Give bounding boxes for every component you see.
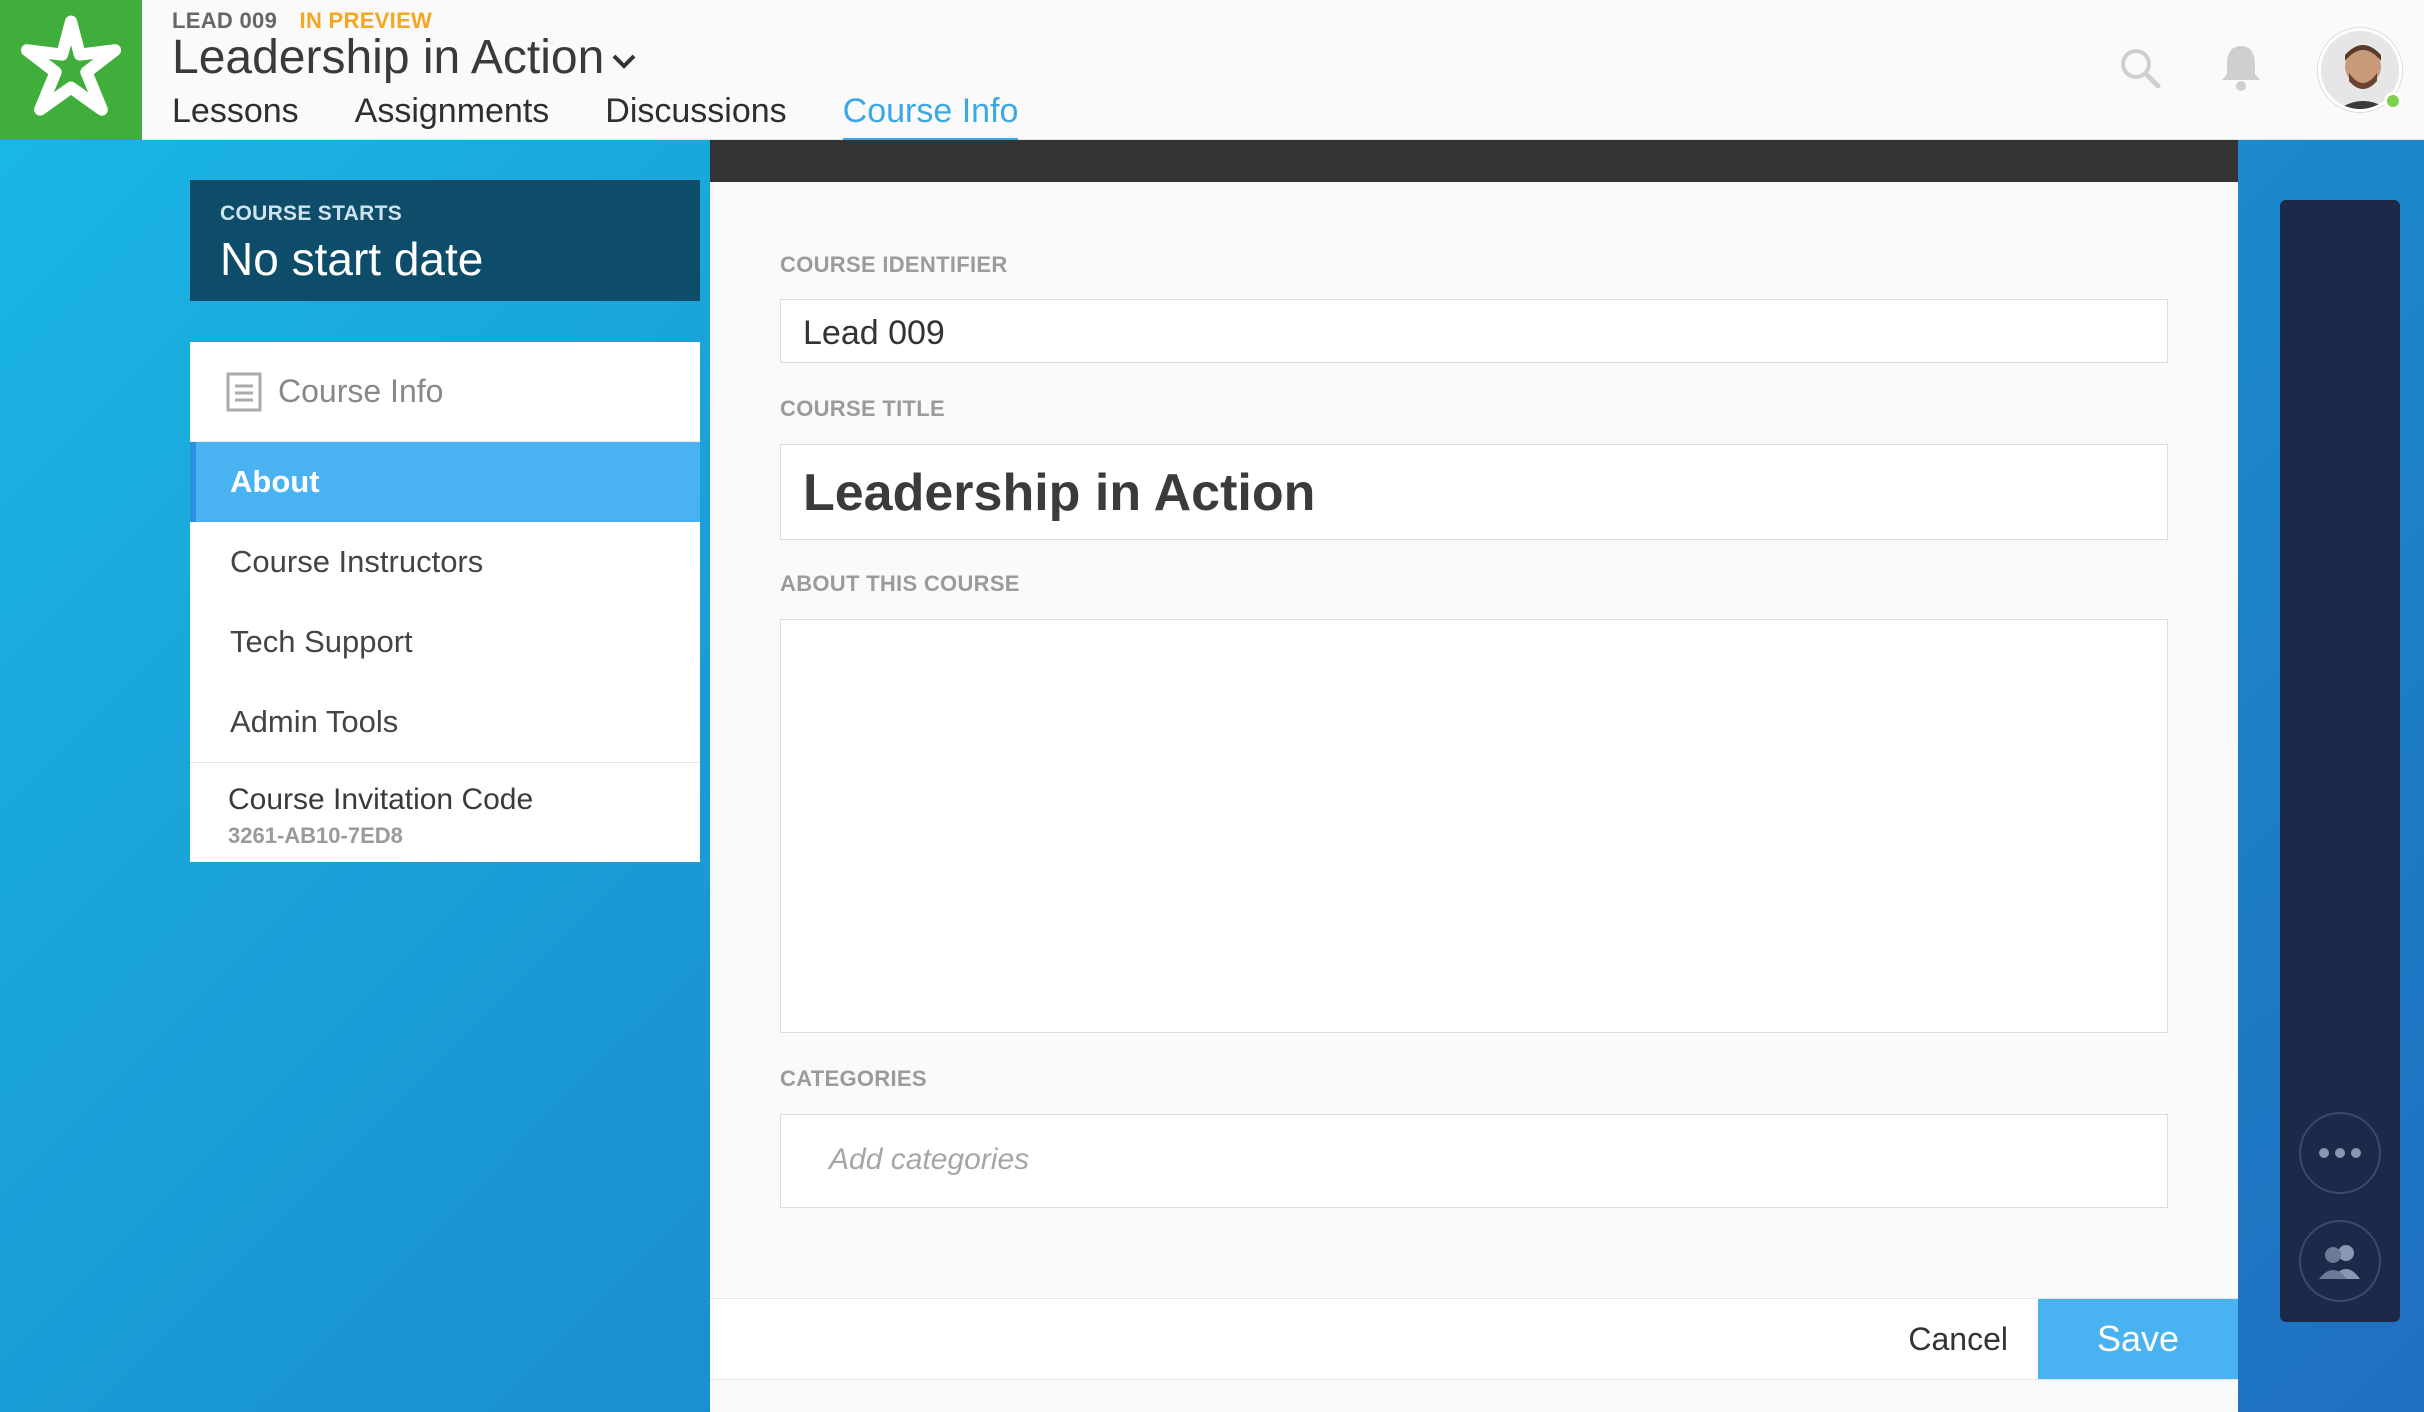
people-button[interactable] bbox=[2299, 1220, 2381, 1302]
bell-icon[interactable] bbox=[2218, 42, 2264, 92]
sidebar-item-admin-tools[interactable]: Admin Tools bbox=[190, 682, 700, 762]
course-starts-label: COURSE STARTS bbox=[220, 202, 403, 225]
sidebar-item-course-instructors[interactable]: Course Instructors bbox=[190, 522, 700, 602]
asterisk-logo-icon bbox=[20, 15, 122, 116]
sidebar-item-tech-support[interactable]: Tech Support bbox=[190, 602, 700, 682]
categories-label: CATEGORIES bbox=[780, 1066, 927, 1091]
sidebar-item-about[interactable]: About bbox=[190, 442, 700, 522]
course-invitation-code-block: Course Invitation Code 3261-AB10-7ED8 bbox=[190, 762, 700, 862]
course-starts-card: COURSE STARTS No start date bbox=[190, 180, 700, 301]
panel-top-bar bbox=[710, 140, 2238, 182]
tab-assignments[interactable]: Assignments bbox=[355, 88, 550, 140]
tab-lessons[interactable]: Lessons bbox=[172, 88, 299, 140]
document-icon bbox=[226, 372, 262, 411]
course-info-nav: Course Info About Course Instructors Tec… bbox=[190, 342, 700, 862]
categories-input[interactable]: Add categories bbox=[780, 1114, 2168, 1208]
top-header: LEAD 009 IN PREVIEW Leadership in Action… bbox=[0, 0, 2424, 142]
tab-discussions[interactable]: Discussions bbox=[605, 88, 786, 140]
invitation-code-label: Course Invitation Code bbox=[228, 783, 534, 816]
course-title: Leadership in Action bbox=[172, 31, 605, 84]
about-course-textarea[interactable] bbox=[780, 619, 2168, 1033]
form-footer: Cancel Save bbox=[710, 1298, 2238, 1380]
search-icon[interactable] bbox=[2118, 46, 2162, 90]
course-tabs: Lessons Assignments Discussions Course I… bbox=[172, 88, 1074, 142]
cancel-button[interactable]: Cancel bbox=[1908, 1321, 2008, 1358]
course-title-input[interactable]: Leadership in Action bbox=[780, 444, 2168, 540]
chevron-down-icon bbox=[612, 54, 636, 69]
about-course-label: ABOUT THIS COURSE bbox=[780, 571, 1020, 596]
people-icon bbox=[2319, 1245, 2360, 1279]
invitation-code-value: 3261-AB10-7ED8 bbox=[228, 823, 403, 848]
course-title-label: COURSE TITLE bbox=[780, 396, 945, 421]
save-button[interactable]: Save bbox=[2038, 1299, 2238, 1379]
app-logo[interactable] bbox=[0, 0, 142, 140]
tab-course-info[interactable]: Course Info bbox=[842, 88, 1018, 142]
course-identifier-input[interactable]: Lead 009 bbox=[780, 299, 2168, 363]
course-info-form-panel: COURSE IDENTIFIER Lead 009 COURSE TITLE … bbox=[710, 140, 2238, 1412]
right-rail bbox=[2280, 200, 2400, 1322]
course-identifier-label: COURSE IDENTIFIER bbox=[780, 252, 1008, 277]
course-info-header: Course Info bbox=[190, 342, 700, 442]
course-info-title: Course Info bbox=[278, 373, 444, 409]
course-title-dropdown[interactable]: Leadership in Action bbox=[172, 30, 638, 85]
more-options-button[interactable] bbox=[2299, 1112, 2381, 1194]
more-dots-icon bbox=[2319, 1148, 2361, 1158]
online-status-dot bbox=[2384, 92, 2402, 110]
course-starts-value: No start date bbox=[220, 233, 484, 285]
